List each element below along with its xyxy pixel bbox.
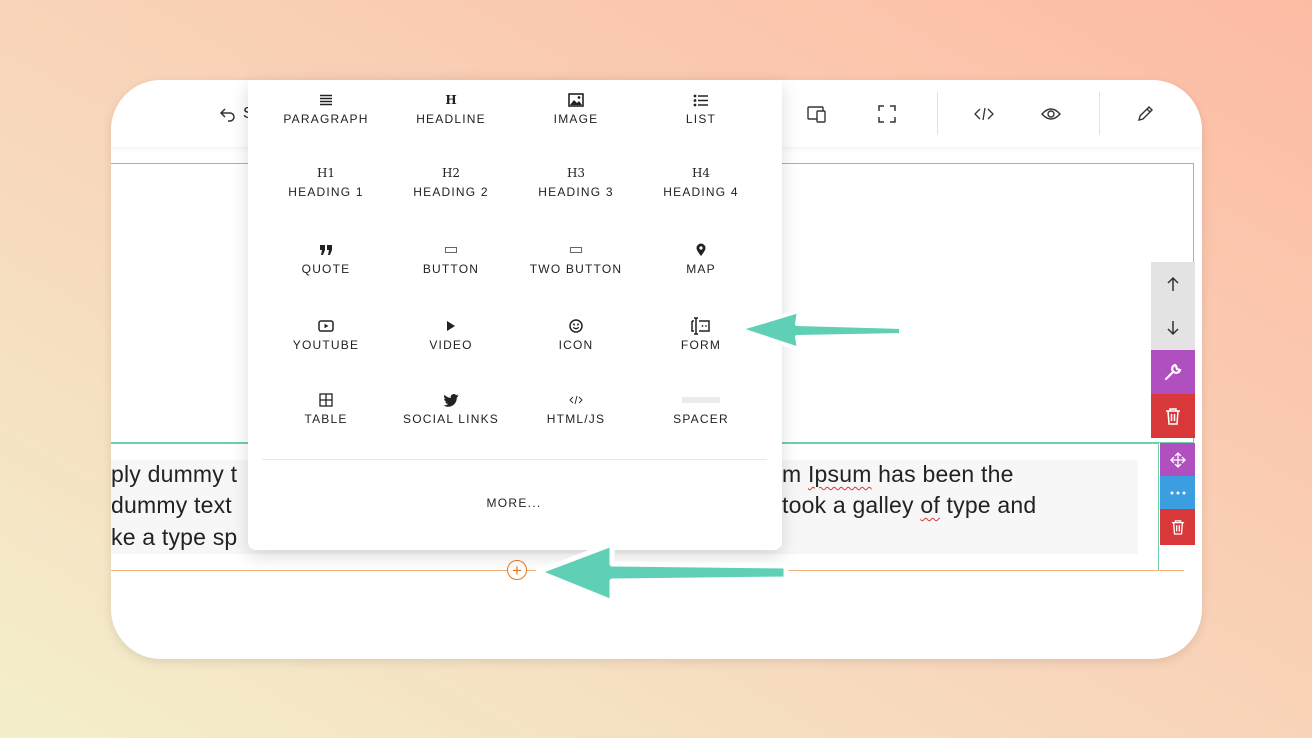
move-icon	[1169, 451, 1186, 468]
menu-item-heading-2[interactable]: H2 HEADING 2	[391, 163, 511, 199]
menu-item-table[interactable]: TABLE	[266, 390, 386, 426]
menu-item-label: PARAGRAPH	[283, 112, 369, 126]
menu-item-label: VIDEO	[429, 338, 473, 352]
trash-icon	[1171, 520, 1184, 535]
menu-item-icon[interactable]: ICON	[516, 316, 636, 352]
code-icon	[516, 390, 636, 410]
menu-item-label: HEADING 4	[663, 185, 739, 199]
heading2-icon: H2	[391, 163, 511, 183]
menu-item-map[interactable]: MAP	[641, 240, 761, 276]
trash-icon	[1166, 408, 1180, 425]
annotation-arrow-add	[535, 541, 789, 605]
section-settings-button[interactable]	[1151, 350, 1195, 394]
add-block-button[interactable]: +	[507, 560, 527, 580]
arrow-up-icon	[1167, 276, 1179, 291]
play-icon	[391, 316, 511, 336]
menu-item-label: HTML/JS	[546, 412, 606, 426]
menu-item-glyph: H3	[566, 166, 586, 180]
block-more-button[interactable]	[1160, 476, 1195, 509]
section-delete-button[interactable]	[1151, 394, 1195, 438]
menu-item-label: HEADING 2	[413, 185, 489, 199]
menu-item-label: HEADING 1	[288, 185, 364, 199]
more-button[interactable]: MORE...	[248, 496, 780, 510]
youtube-icon	[266, 316, 386, 336]
menu-item-label: SOCIAL LINKS	[403, 412, 499, 426]
menu-item-label: LIST	[685, 112, 717, 126]
move-down-button[interactable]	[1151, 306, 1195, 350]
edit-icon[interactable]	[1132, 102, 1158, 126]
annotation-arrow-form	[737, 309, 903, 351]
menu-item-html-js[interactable]: HTML/JS	[516, 390, 636, 426]
table-icon	[266, 390, 386, 410]
heading3-icon: H3	[516, 163, 636, 183]
menu-item-label: TABLE	[304, 412, 348, 426]
quote-icon	[266, 240, 386, 260]
headline-icon: H	[391, 90, 511, 110]
menu-item-label: TWO BUTTON	[529, 262, 623, 276]
menu-item-quote[interactable]: QUOTE	[266, 240, 386, 276]
menu-item-social-links[interactable]: SOCIAL LINKS	[391, 390, 511, 426]
heading1-icon: H1	[266, 163, 386, 183]
block-move-button[interactable]	[1160, 443, 1195, 476]
menu-item-image[interactable]: IMAGE	[516, 90, 636, 126]
responsive-icon[interactable]	[804, 102, 830, 126]
menu-item-paragraph[interactable]: PARAGRAPH	[266, 90, 386, 126]
move-up-button[interactable]	[1151, 262, 1195, 306]
twitter-icon	[391, 390, 511, 410]
more-dots-icon	[1170, 491, 1185, 494]
paragraph-icon	[266, 90, 386, 110]
menu-item-two-button[interactable]: TWO BUTTON	[516, 240, 636, 276]
menu-item-label: ICON	[558, 338, 594, 352]
text-line-1-right: m Ipsum has been the	[782, 461, 1014, 487]
fullscreen-icon[interactable]	[874, 102, 900, 126]
menu-item-button[interactable]: BUTTON	[391, 240, 511, 276]
menu-item-label: IMAGE	[553, 112, 599, 126]
menu-item-label: SPACER	[673, 412, 729, 426]
wrench-icon	[1164, 363, 1182, 381]
menu-item-heading-3[interactable]: H3 HEADING 3	[516, 163, 636, 199]
two-button-icon	[516, 240, 636, 260]
text-line-1-left: ply dummy t	[111, 461, 238, 487]
image-icon	[516, 90, 636, 110]
map-pin-icon	[641, 240, 761, 260]
menu-item-headline[interactable]: H HEADLINE	[391, 90, 511, 126]
undo-icon[interactable]	[215, 102, 241, 126]
menu-item-label: MAP	[686, 262, 716, 276]
menu-item-label: HEADING 3	[538, 185, 614, 199]
menu-item-glyph: H1	[316, 166, 336, 180]
arrow-down-icon	[1167, 321, 1179, 336]
text-line-2-left: dummy text	[111, 492, 232, 518]
menu-item-label: BUTTON	[422, 262, 480, 276]
add-block-menu: PARAGRAPH H HEADLINE IMAGE LIST H1 HEADING 1 H2…	[248, 80, 782, 550]
text-line-2-right: took a galley of type and	[782, 492, 1037, 518]
list-icon	[641, 90, 761, 110]
heading4-icon: H4	[641, 163, 761, 183]
block-delete-button[interactable]	[1160, 509, 1195, 545]
menu-divider	[262, 459, 767, 460]
menu-item-youtube[interactable]: YOUTUBE	[266, 316, 386, 352]
menu-item-list[interactable]: LIST	[641, 90, 761, 126]
menu-item-glyph: H	[445, 93, 457, 107]
spacer-icon	[641, 390, 761, 410]
preview-icon[interactable]	[1038, 102, 1064, 126]
menu-item-glyph: H4	[691, 166, 711, 180]
menu-item-label: HEADLINE	[416, 112, 486, 126]
menu-item-glyph: H2	[441, 166, 461, 180]
button-icon	[391, 240, 511, 260]
smiley-icon	[516, 316, 636, 336]
menu-item-label: YOUTUBE	[292, 338, 360, 352]
menu-item-video[interactable]: VIDEO	[391, 316, 511, 352]
text-line-3-left: ke a type sp	[111, 524, 238, 550]
menu-item-heading-1[interactable]: H1 HEADING 1	[266, 163, 386, 199]
menu-item-heading-4[interactable]: H4 HEADING 4	[641, 163, 761, 199]
menu-item-label: QUOTE	[301, 262, 351, 276]
menu-item-spacer[interactable]: SPACER	[641, 390, 761, 426]
code-icon[interactable]	[971, 102, 997, 126]
